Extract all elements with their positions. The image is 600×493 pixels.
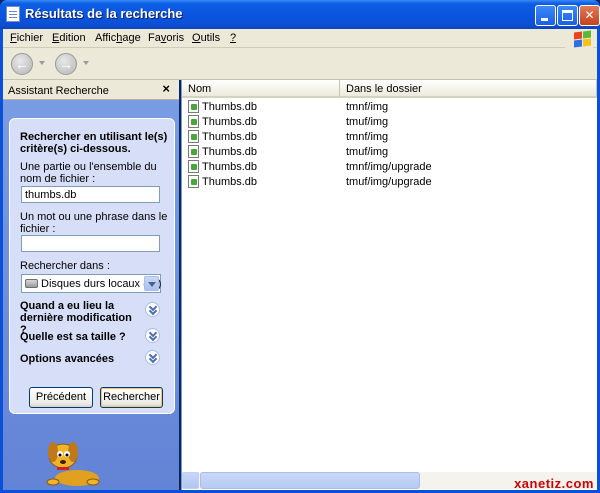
explorer-window: Résultats de la recherche ✕ Fichier Edit… — [0, 0, 600, 493]
expand-modified-icon[interactable] — [145, 302, 160, 317]
folder-cell: tmuf/img/upgrade — [346, 176, 432, 188]
back-button[interactable]: ← — [11, 53, 33, 75]
file-icon — [188, 175, 199, 188]
menu-item-edition[interactable]: Edition — [52, 32, 86, 44]
folder-cell: tmnf/img — [346, 101, 389, 113]
option-advanced[interactable]: Options avancées — [20, 353, 140, 365]
window-title: Résultats de la recherche — [25, 6, 183, 21]
title-bar[interactable]: Résultats de la recherche ✕ — [0, 0, 600, 29]
folder-cell: tmuf/img — [346, 146, 389, 158]
file-name-cell: Thumbs.db — [202, 161, 258, 173]
look-in-select[interactable]: Disques durs locaux (C:) — [21, 274, 161, 293]
search-criteria-box: Rechercher en utilisant le(s) critère(s)… — [9, 118, 175, 414]
search-heading: Rechercher en utilisant le(s) critère(s)… — [20, 131, 168, 155]
file-name-input[interactable] — [21, 186, 160, 203]
column-header-name[interactable]: Nom — [182, 80, 340, 98]
search-results-window-icon — [6, 6, 20, 22]
file-name-cell: Thumbs.db — [202, 116, 258, 128]
expand-advanced-icon[interactable] — [145, 350, 160, 365]
table-row[interactable]: Thumbs.db tmuf/img — [182, 145, 597, 160]
search-dog-mascot[interactable] — [41, 434, 105, 490]
expand-size-icon[interactable] — [145, 328, 160, 343]
folder-cell: tmnf/img/upgrade — [346, 161, 432, 173]
option-size[interactable]: Quelle est sa taille ? — [20, 331, 140, 343]
file-name-cell: Thumbs.db — [202, 146, 258, 158]
menu-item-favoris[interactable]: Favoris — [148, 32, 184, 44]
maximize-icon — [562, 10, 573, 21]
file-icon — [188, 115, 199, 128]
menu-item-outils[interactable]: Outils — [192, 32, 220, 44]
close-button[interactable]: ✕ — [579, 5, 600, 26]
back-search-button[interactable]: Précédent — [29, 387, 93, 408]
menu-bar: Fichier Edition Affichage Favoris Outils… — [3, 29, 597, 48]
minimize-icon — [541, 18, 548, 21]
menu-item-fichier[interactable]: Fichier — [10, 32, 43, 44]
column-header-folder[interactable]: Dans le dossier — [340, 80, 597, 98]
chevron-down-icon[interactable] — [144, 276, 159, 291]
back-dropdown-icon[interactable] — [39, 61, 45, 65]
file-name-cell: Thumbs.db — [202, 176, 258, 188]
file-icon — [188, 145, 199, 158]
toolbar: ← → — [3, 48, 597, 80]
pane-close-icon[interactable]: × — [162, 81, 170, 96]
scroll-left-icon[interactable] — [182, 472, 199, 489]
pane-header: Assistant Recherche × — [3, 80, 179, 100]
menu-item-affichage[interactable]: Affichage — [95, 32, 141, 44]
table-row[interactable]: Thumbs.db tmnf/img — [182, 130, 597, 145]
search-assistant-pane: Assistant Recherche × Rechercher en util… — [3, 80, 179, 490]
maximize-button[interactable] — [557, 5, 578, 26]
table-row[interactable]: Thumbs.db tmuf/img — [182, 115, 597, 130]
folder-cell: tmnf/img — [346, 131, 389, 143]
folder-cell: tmuf/img — [346, 116, 389, 128]
file-name-cell: Thumbs.db — [202, 101, 258, 113]
phrase-input[interactable] — [21, 235, 160, 252]
scrollbar-thumb[interactable] — [200, 472, 420, 489]
watermark: xanetiz.com — [514, 476, 594, 491]
pane-title: Assistant Recherche — [8, 85, 109, 97]
table-row[interactable]: Thumbs.db tmuf/img/upgrade — [182, 175, 597, 190]
windows-flag-logo — [565, 29, 593, 48]
file-name-label: Une partie ou l'ensemble du nom de fichi… — [20, 161, 157, 185]
forward-arrow-icon: → — [59, 56, 73, 72]
forward-dropdown-icon[interactable] — [83, 61, 89, 65]
phrase-label: Un mot ou une phrase dans le fichier : — [20, 211, 168, 235]
look-in-label: Rechercher dans : — [20, 260, 110, 272]
file-icon — [188, 130, 199, 143]
results-pane: Nom Dans le dossier Thumbs.db tmnf/img Th… — [181, 80, 597, 490]
table-row[interactable]: Thumbs.db tmnf/img/upgrade — [182, 160, 597, 175]
search-button[interactable]: Rechercher — [100, 387, 163, 408]
file-name-cell: Thumbs.db — [202, 131, 258, 143]
file-icon — [188, 100, 199, 113]
hard-drive-icon — [25, 279, 38, 288]
menu-item-help[interactable]: ? — [230, 32, 236, 44]
back-arrow-icon: ← — [15, 56, 29, 72]
minimize-button[interactable] — [535, 5, 556, 26]
close-icon: ✕ — [584, 8, 595, 22]
file-icon — [188, 160, 199, 173]
table-row[interactable]: Thumbs.db tmnf/img — [182, 100, 597, 115]
forward-button[interactable]: → — [55, 53, 77, 75]
